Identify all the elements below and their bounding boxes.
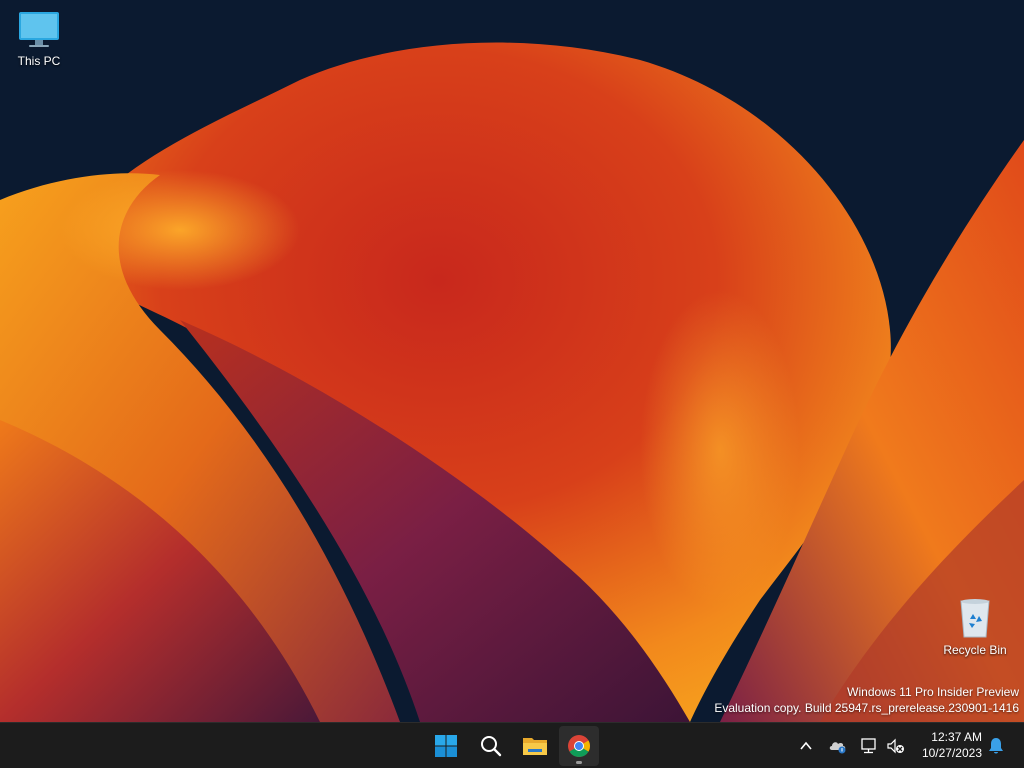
desktop-icon-recycle-bin[interactable]: Recycle Bin (936, 597, 1014, 657)
show-hidden-icons-button[interactable] (795, 735, 817, 757)
desktop[interactable]: This PC Recycle Bin Windows 11 Pro Insid… (0, 0, 1024, 768)
chevron-up-icon (800, 741, 812, 750)
volume-tray-button[interactable] (885, 735, 907, 757)
watermark-line-edition: Windows 11 Pro Insider Preview (847, 685, 1019, 699)
chrome-icon (568, 735, 590, 757)
watermark-line-build: Evaluation copy. Build 25947.rs_prerelea… (714, 701, 1019, 715)
network-tray-button[interactable] (858, 735, 880, 757)
clock-time: 12:37 AM (931, 730, 982, 744)
onedrive-icon (829, 742, 846, 754)
desktop-icon-this-pc[interactable]: This PC (0, 10, 78, 68)
recycle-bin-label: Recycle Bin (943, 643, 1007, 657)
taskbar: 12:37 AM 10/27/2023 (0, 722, 1024, 768)
running-indicator (576, 761, 582, 764)
notifications-button[interactable] (985, 735, 1007, 757)
bell-icon (989, 738, 1003, 754)
clock-date: 10/27/2023 (921, 746, 982, 760)
start-button[interactable] (426, 726, 466, 766)
this-pc-label: This PC (17, 54, 61, 68)
folder-icon (523, 738, 547, 755)
recycle-bin-icon (960, 599, 990, 638)
evaluation-watermark: Windows 11 Pro Insider Preview Evaluatio… (714, 684, 1019, 716)
onedrive-tray-button[interactable] (827, 735, 849, 757)
search-button[interactable] (471, 726, 511, 766)
wallpaper (0, 0, 1024, 722)
network-icon (861, 738, 876, 754)
file-explorer-button[interactable] (515, 726, 555, 766)
chrome-button[interactable] (559, 726, 599, 766)
monitor-icon (19, 12, 59, 47)
clock[interactable]: 12:37 AM 10/27/2023 (912, 729, 982, 761)
windows-logo-icon (435, 735, 457, 757)
volume-muted-icon (887, 738, 904, 754)
search-icon (481, 736, 502, 757)
